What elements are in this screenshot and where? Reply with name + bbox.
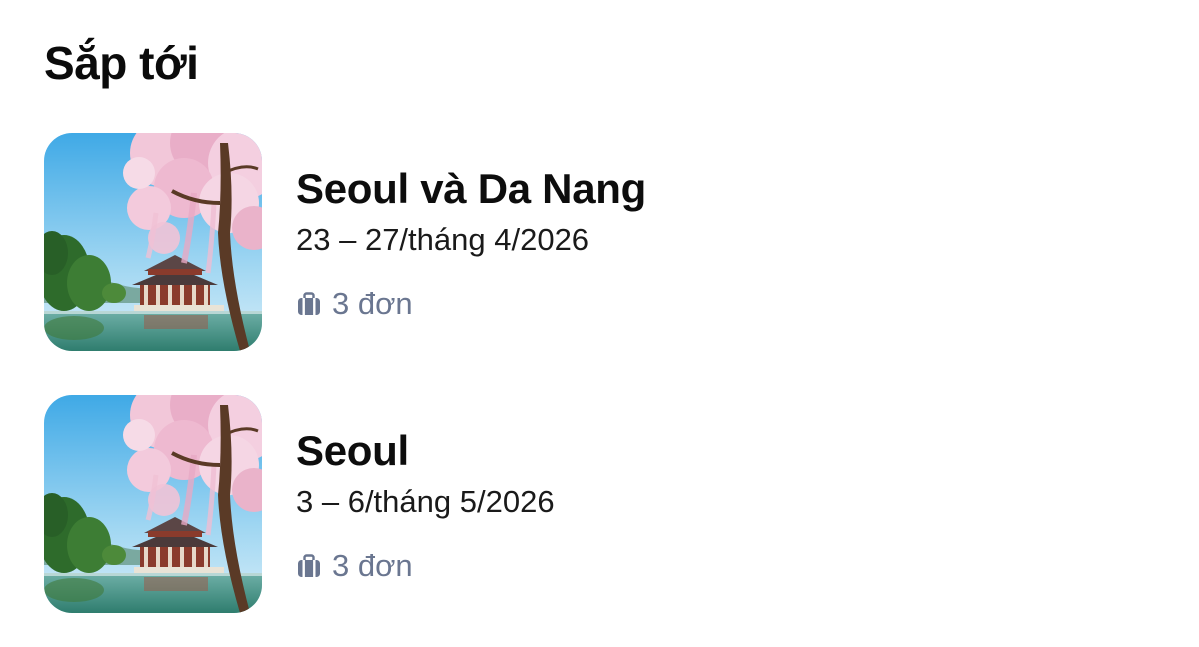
orders-count: 3 đơn <box>332 286 413 321</box>
trip-thumbnail <box>44 133 262 351</box>
section-title: Sắp tới <box>44 37 199 89</box>
trip-thumbnail <box>44 395 262 613</box>
orders-count: 3 đơn <box>332 548 413 583</box>
trip-title: Seoul <box>296 427 409 474</box>
luggage-icon <box>296 291 322 317</box>
trip-card[interactable]: Seoul 3 – 6/tháng 5/2026 3 đơn <box>44 395 1144 613</box>
trip-orders: 3 đơn <box>296 285 413 323</box>
trip-card[interactable]: Seoul và Da Nang 23 – 27/tháng 4/2026 3 … <box>44 133 1144 351</box>
trip-dates: 3 – 6/tháng 5/2026 <box>296 484 555 519</box>
trip-dates: 23 – 27/tháng 4/2026 <box>296 222 590 257</box>
luggage-icon <box>296 553 322 579</box>
trip-title: Seoul và Da Nang <box>296 165 646 212</box>
trip-orders: 3 đơn <box>296 547 413 585</box>
